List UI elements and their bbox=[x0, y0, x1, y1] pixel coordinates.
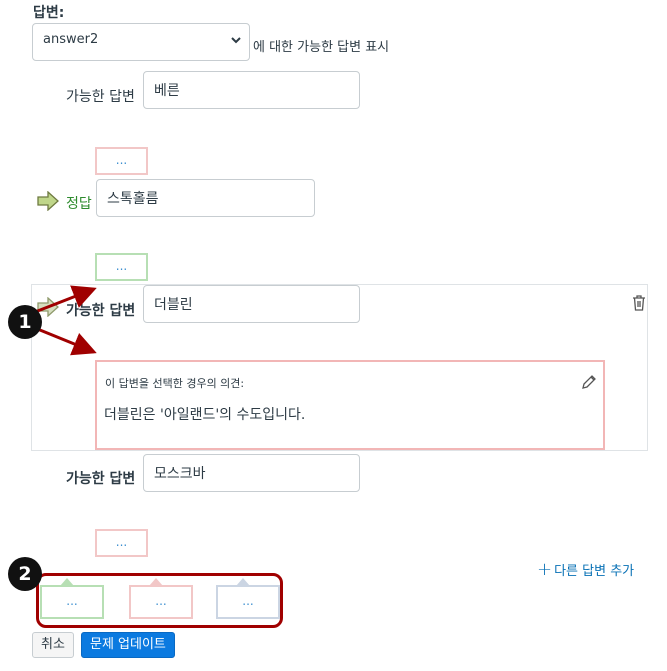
callout-arrows bbox=[34, 285, 97, 356]
callout-2-badge: 2 bbox=[8, 557, 42, 591]
callout-1-badge: 1 bbox=[8, 305, 42, 339]
